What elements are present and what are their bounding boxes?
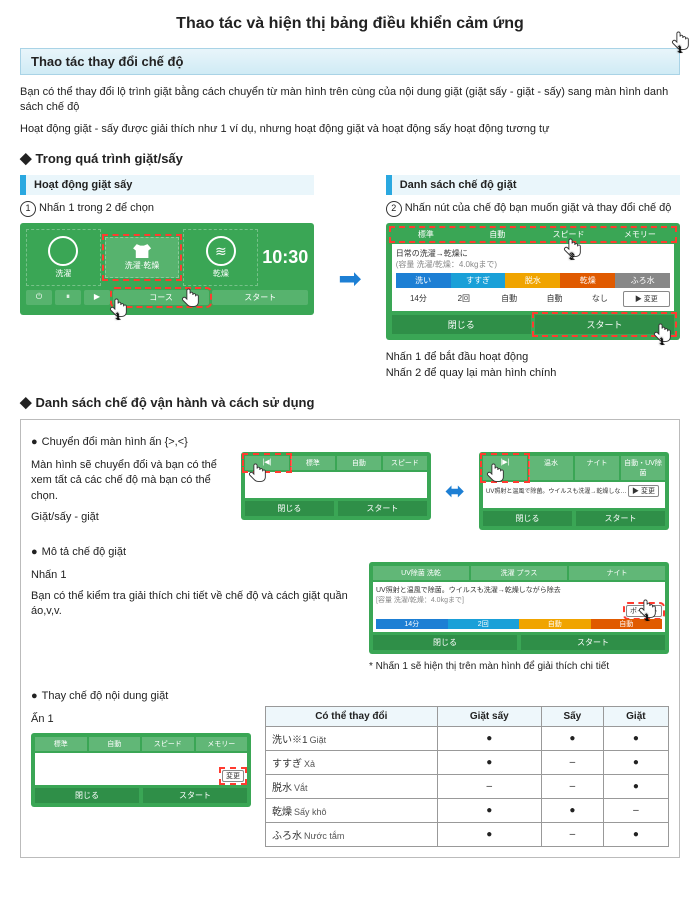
- sec-b-title: Mô tả chế độ giặt: [31, 546, 669, 558]
- double-arrow-icon: ⬌: [445, 477, 465, 506]
- section-header: Thao tác thay đổi chế độ: [20, 48, 680, 75]
- mini-panel-c[interactable]: 標準自動スピードメモリー 変更 閉じるスタート 1: [31, 733, 251, 807]
- btn-course[interactable]: コース: [113, 290, 209, 305]
- touch-panel-home[interactable]: 洗濯 洗濯·乾燥 ≋乾燥 10:30 ⏻⏸▶コーススタート 1: [20, 223, 314, 315]
- arrow-right-icon: ➡: [334, 262, 365, 295]
- step-num-1: 1: [20, 201, 36, 217]
- sec-c-title: Thay chế độ nội dung giặt: [31, 690, 669, 702]
- right-sub-title: Danh sách chế độ giặt: [386, 175, 680, 195]
- change-btn[interactable]: ▶ 変更: [623, 291, 670, 307]
- mini-panel-a2[interactable]: |▶|温水ナイト自動・UV除菌 UV照射と温風で除菌。ウイルスも洗濯→乾燥しな……: [479, 452, 669, 530]
- note-2: Nhấn 2 để quay lại màn hình chính: [386, 366, 680, 381]
- compat-table: Có thể thay đổi Giặt sấy Sấy Giặt 洗い※1Gi…: [265, 706, 669, 847]
- opt-wash-dry[interactable]: 洗濯·乾燥: [105, 237, 180, 278]
- opt-dry[interactable]: ≋乾燥: [183, 229, 258, 286]
- touch-panel-modelist[interactable]: 標準 自動 スピード メモリー 日常の洗濯→乾燥に (容量 洗濯/乾燥：4.0k…: [386, 223, 680, 340]
- btn-start[interactable]: スタート: [212, 290, 308, 305]
- note-1: Nhấn 1 để bắt đầu hoạt động: [386, 350, 680, 365]
- btn-start[interactable]: スタート: [535, 315, 674, 334]
- intro-text-2: Hoạt động giặt - sấy được giải thích như…: [20, 122, 680, 137]
- clock: 10:30: [262, 247, 308, 268]
- mini-panel-b[interactable]: UV除菌 洗乾洗濯 プラスナイト UV照射と温風で除菌。ウイルスも洗濯→乾燥しな…: [369, 562, 669, 654]
- btn-close[interactable]: 閉じる: [392, 315, 531, 334]
- opt-wash[interactable]: 洗濯: [26, 229, 101, 286]
- heading-process: Trong quá trình giặt/sấy: [20, 149, 680, 167]
- heading-modelist: Danh sách chế độ vận hành và cách sử dụn…: [20, 393, 680, 411]
- sec-b-note: * Nhấn 1 sẽ hiện thị trên màn hình để gi…: [369, 660, 669, 674]
- left-sub-title: Hoạt động giặt sấy: [20, 175, 314, 195]
- sec-a-title: Chuyển đổi màn hình ấn {>,<}: [31, 436, 669, 448]
- mini-panel-a1[interactable]: |◀|標準自動スピード 閉じるスタート: [241, 452, 431, 520]
- step-num-2: 2: [386, 201, 402, 217]
- point-btn[interactable]: ポイント: [626, 605, 662, 617]
- phase-bars: 洗い すすぎ 脱水 乾燥 ふろ水: [396, 273, 670, 288]
- page-title: Thao tác và hiện thị bảng điều khiển cảm…: [20, 15, 680, 33]
- intro-text-1: Bạn có thể thay đổi lộ trình giặt bằng c…: [20, 85, 680, 116]
